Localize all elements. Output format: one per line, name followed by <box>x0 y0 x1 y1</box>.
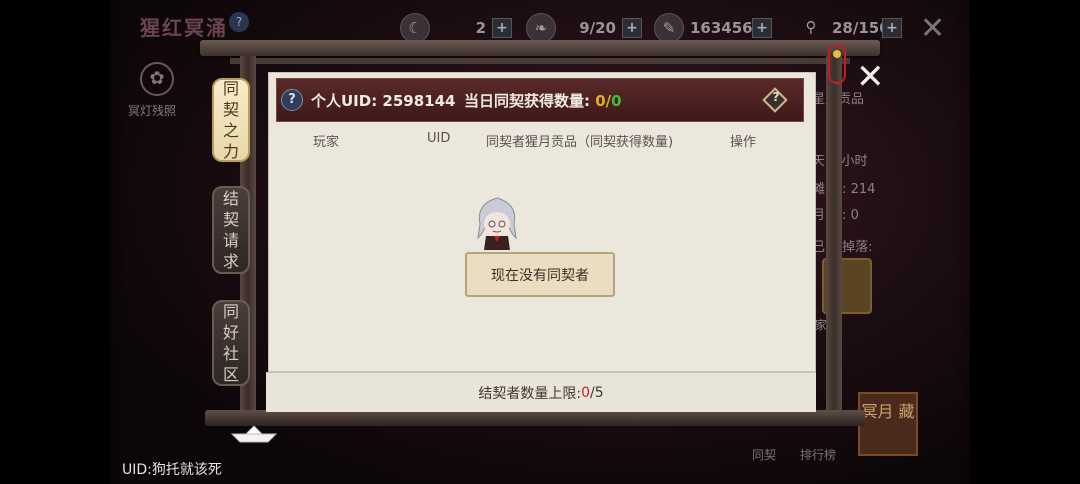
personal-uid: 个人UID: 2598144 <box>311 92 456 110</box>
contract-limit-current: 0 <box>581 384 590 401</box>
moon-icon: ☾ <box>400 13 430 43</box>
tab-label-char: 社 <box>222 344 239 363</box>
tab-tongqi-power[interactable]: 同 契 之 力 <box>212 78 250 162</box>
tab-contract-requests[interactable]: 结 契 请 求 <box>212 186 250 274</box>
help-icon[interactable]: ? <box>281 89 303 111</box>
tab-label-char: 契 <box>222 210 239 229</box>
tab-label-char: 同 <box>222 79 239 98</box>
top-close-button[interactable]: ✕ <box>920 14 945 44</box>
torch-icon: ⚲ <box>805 18 817 36</box>
tab-community[interactable]: 同 好 社 区 <box>212 300 250 386</box>
contract-limit-max: 5 <box>594 384 604 401</box>
column-uid: UID <box>427 131 451 146</box>
add-moon-button[interactable]: + <box>492 18 512 38</box>
lotus-icon[interactable]: ✿ <box>140 62 174 96</box>
player-uid-footer: UID:狗托就该死 <box>122 462 222 478</box>
event-title: 猩红冥涌 <box>140 16 228 40</box>
background-fade-left <box>0 0 130 484</box>
contract-limit-prefix: 结契者数量上限: <box>478 385 582 402</box>
tab-label-char: 好 <box>222 323 239 342</box>
moon-stamp-icon[interactable]: 冥月 藏 <box>858 392 918 456</box>
daily-count-max: 0 <box>611 92 622 110</box>
tab-label-char: 求 <box>222 252 239 271</box>
nav-tongqi[interactable]: 同契 <box>752 446 776 463</box>
tab-label-char: 之 <box>222 121 239 140</box>
background-fade-right <box>950 0 1080 484</box>
resource-wing-value: 9/20 <box>579 19 616 37</box>
tab-label-char: 同 <box>222 302 239 321</box>
resource-moon-value: 2 <box>475 19 486 37</box>
resource-torch-value: 28/150 <box>832 19 890 37</box>
frame-top-beam-inner <box>230 58 850 64</box>
add-torch-button[interactable]: + <box>882 18 902 38</box>
nav-leaderboard[interactable]: 排行榜 <box>800 446 836 463</box>
wing-icon: ❧ <box>526 13 556 43</box>
tab-label-char: 力 <box>222 142 239 161</box>
tab-label-char: 契 <box>222 100 239 119</box>
add-wing-button[interactable]: + <box>622 18 642 38</box>
side-info-souls: 滩 魂: 214 <box>812 182 876 197</box>
tab-label-char: 结 <box>222 189 239 208</box>
add-feather-button[interactable]: + <box>752 18 772 38</box>
frame-top-beam <box>200 40 880 56</box>
frame-right-pillar <box>826 56 842 416</box>
empty-state-message: 现在没有同契者 <box>465 252 615 297</box>
title-help-icon[interactable]: ? <box>229 12 249 32</box>
mascot-icon <box>477 197 517 250</box>
info-diamond-label: ? <box>772 90 780 104</box>
daily-count-prefix: 当日同契获得数量: <box>464 92 596 110</box>
panel-close-button[interactable]: ✕ <box>856 60 885 94</box>
tab-label-char: 区 <box>222 365 239 384</box>
resource-feather-value: 163456 <box>690 19 753 37</box>
side-info-drops: 已 取掉落: <box>812 240 873 255</box>
column-tribute: 同契者猩月贡品（同契获得数量) <box>486 135 674 150</box>
bell-decoration <box>833 50 841 58</box>
paper-boat-icon <box>230 426 278 443</box>
frame-bottom-beam <box>205 410 865 426</box>
column-player: 玩家 <box>313 135 340 150</box>
lotus-label: 冥灯残照 <box>128 104 177 118</box>
feather-icon: ✎ <box>654 13 684 43</box>
tab-label-char: 请 <box>222 231 239 250</box>
daily-count-current: 0 <box>595 92 606 110</box>
column-action: 操作 <box>730 135 757 150</box>
daily-count: 当日同契获得数量: 0/0 <box>464 90 622 111</box>
panel-footer: 结契者数量上限: 0/5 <box>266 372 816 412</box>
